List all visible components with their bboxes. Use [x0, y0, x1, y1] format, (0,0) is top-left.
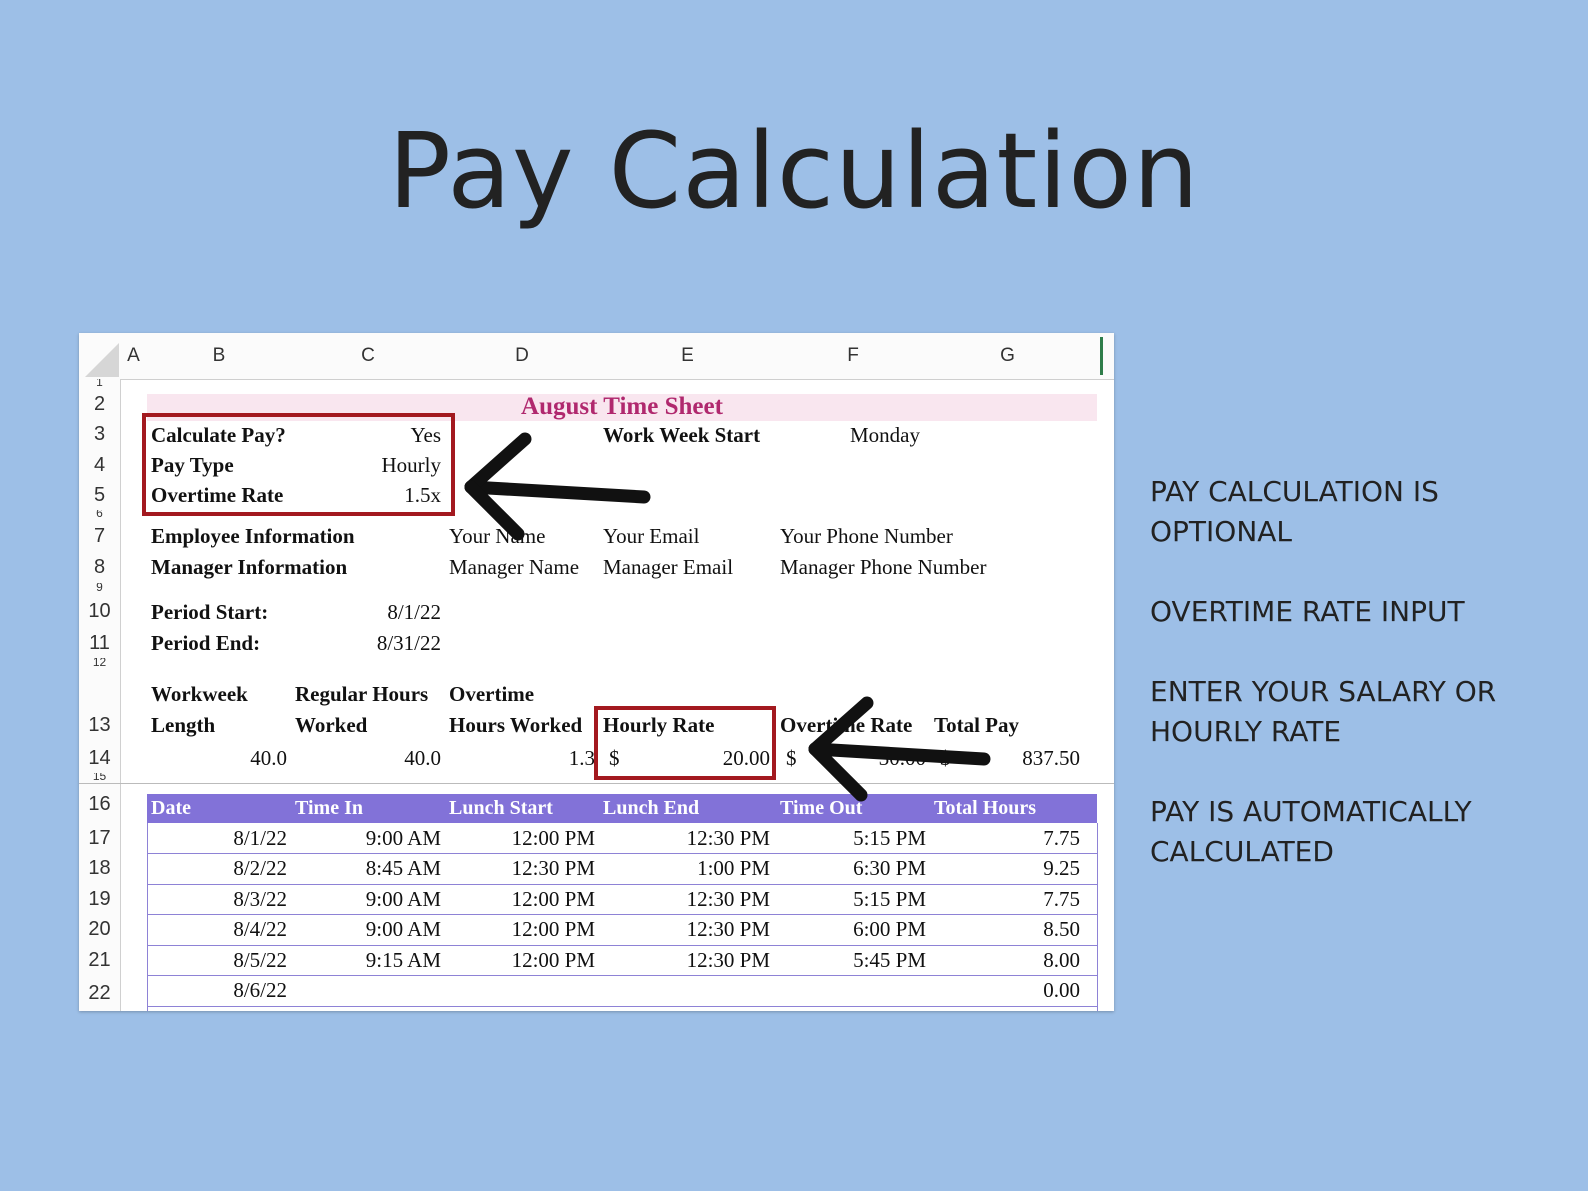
arrow-left-icon-settings — [464, 432, 651, 541]
spreadsheet: A B C D E F G 1 2 3 4 5 6 7 8 9 10 11 12… — [79, 333, 1114, 1011]
note-rate: ENTER YOUR SALARY OR HOURLY RATE — [1150, 675, 1497, 748]
note-optional: PAY CALCULATION IS OPTIONAL — [1150, 475, 1439, 548]
note-overtime: OVERTIME RATE INPUT — [1150, 595, 1465, 628]
note-auto: PAY IS AUTOMATICALLY CALCULATED — [1150, 795, 1472, 868]
arrow-left-icon-rate — [808, 696, 991, 802]
notes-panel: PAY CALCULATION IS OPTIONAL OVERTIME RAT… — [1150, 472, 1570, 912]
slide-title: Pay Calculation — [388, 110, 1200, 232]
arrow-icons — [464, 432, 991, 802]
